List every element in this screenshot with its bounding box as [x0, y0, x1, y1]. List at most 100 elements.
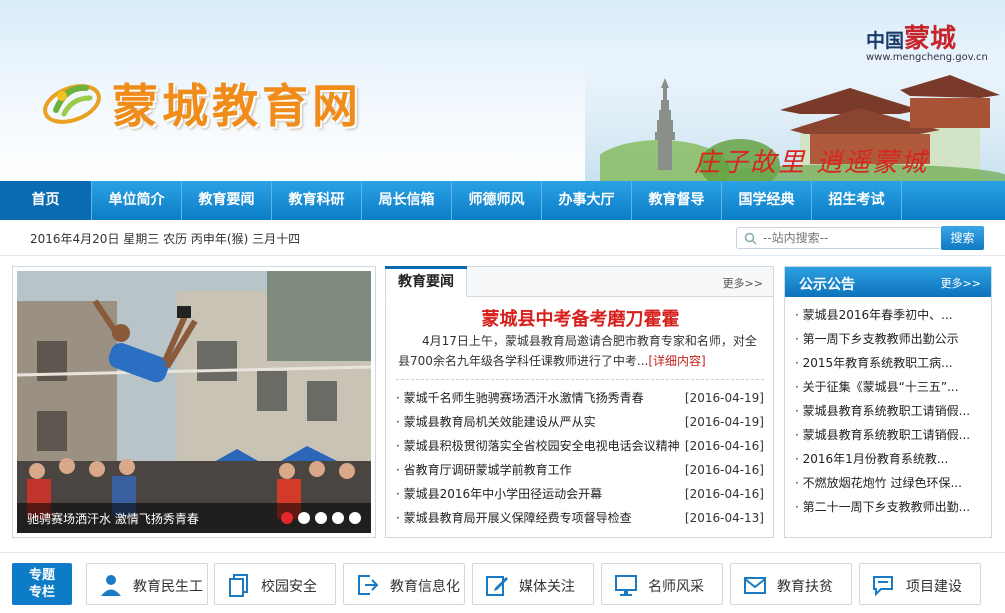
notice-item[interactable]: 蒙城县教育系统教职工请销假... [795, 423, 981, 447]
slide-dot[interactable] [315, 512, 327, 524]
special-label-line1: 专题 [28, 568, 55, 583]
news-title[interactable]: 蒙城千名师生驰骋赛场洒汗水激情飞扬秀青春 [396, 386, 644, 410]
caption-bar: 驰骋赛场洒汗水 激情飞扬秀青春 [17, 503, 371, 533]
nav-research[interactable]: 教育科研 [272, 181, 362, 220]
news-title[interactable]: 蒙城县教育局机关效能建设从严从实 [396, 410, 596, 434]
list-item: 蒙城县积极贯彻落实全省校园安全电视电话会议精神 [2016-04-16] [396, 434, 764, 458]
china-logo-name: 蒙城 [904, 24, 957, 54]
notice-list: 蒙城县2016年春季初中、... 第一周下乡支教教师出勤公示 2015年教育系统… [785, 297, 991, 519]
news-more-link[interactable]: 更多>> [723, 275, 763, 291]
nav-director-mailbox[interactable]: 局长信箱 [362, 181, 452, 220]
notice-item[interactable]: 不燃放烟花炮竹 过绿色环保... [795, 471, 981, 495]
china-logo-prefix: 中国 [866, 30, 905, 52]
nav-classics[interactable]: 国学经典 [722, 181, 812, 220]
news-date: [2016-04-16] [684, 463, 764, 477]
topic-label: 教育民生工 [133, 579, 203, 595]
topic-famous-teachers[interactable]: 名师风采 [601, 563, 723, 605]
tab-education-news[interactable]: 教育要闻 [385, 266, 467, 297]
topic-campus-safety[interactable]: 校园安全 [214, 563, 336, 605]
page: 蒙城教育网 中国蒙城 www.mengcheng.gov.cn 庄子故里 逍遥蒙… [0, 0, 1005, 613]
topic-informatization[interactable]: 教育信息化 [343, 563, 465, 605]
topic-project-construction[interactable]: 项目建设 [859, 563, 981, 605]
news-list: 蒙城千名师生驰骋赛场洒汗水激情飞扬秀青春 [2016-04-19] 蒙城县教育局机… [396, 386, 764, 530]
divider [396, 379, 764, 380]
person-icon [101, 575, 121, 596]
news-date: [2016-04-13] [684, 511, 764, 525]
slide-photo[interactable]: 驰骋赛场洒汗水 激情飞扬秀青春 [17, 271, 371, 533]
special-label: 专题 专栏 [12, 563, 72, 605]
topic-livelihood[interactable]: 教育民生工 [86, 563, 208, 605]
special-topics-bar: 专题 专栏 教育民生工 校园安全 教育信息化 媒体关注 名师风采 教育扶贫 项目… [0, 552, 1005, 613]
envelope-icon [744, 577, 766, 594]
high-jump-photo [17, 271, 371, 533]
list-item: 蒙城县2016年中小学田径运动会开幕 [2016-04-16] [396, 482, 764, 506]
current-date: 2016年4月20日 星期三 农历 丙申年(猴) 三月十四 [30, 232, 301, 246]
notice-header: 公示公告 更多>> [785, 267, 991, 297]
nav-service-hall[interactable]: 办事大厅 [542, 181, 632, 220]
edit-icon [486, 576, 508, 596]
search-button[interactable]: 搜索 [941, 226, 984, 250]
slide-dot[interactable] [349, 512, 361, 524]
topic-label: 教育扶贫 [777, 579, 833, 595]
notice-item[interactable]: 蒙城县教育系统教职工请销假... [795, 399, 981, 423]
topic-label: 教育信息化 [390, 579, 460, 595]
news-date: [2016-04-16] [684, 487, 764, 501]
news-date: [2016-04-16] [684, 439, 764, 453]
chat-icon [873, 576, 893, 597]
header-banner: 蒙城教育网 中国蒙城 www.mengcheng.gov.cn 庄子故里 逍遥蒙… [0, 0, 1005, 181]
notice-item[interactable]: 2015年教育系统教职工病... [795, 351, 981, 375]
news-panel: 教育要闻 更多>> 蒙城县中考备考磨刀霍霍 4月17日上午，蒙城县教育局邀请合肥… [385, 266, 774, 538]
news-date: [2016-04-19] [684, 415, 764, 429]
site-title: 蒙城教育网 [112, 79, 362, 133]
notice-item[interactable]: 第一周下乡支教教师出勤公示 [795, 327, 981, 351]
export-icon [358, 575, 379, 595]
list-item: 蒙城县教育局开展义保障经费专项督导检查 [2016-04-13] [396, 506, 764, 530]
notice-item[interactable]: 蒙城县2016年春季初中、... [795, 303, 981, 327]
nav-teacher-ethics[interactable]: 师德师风 [452, 181, 542, 220]
notice-title: 公示公告 [799, 277, 855, 293]
list-item: 蒙城千名师生驰骋赛场洒汗水激情飞扬秀青春 [2016-04-19] [396, 386, 764, 410]
news-title[interactable]: 蒙城县积极贯彻落实全省校园安全电视电话会议精神 [396, 434, 680, 458]
news-title[interactable]: 省教育厅调研蒙城学前教育工作 [396, 458, 572, 482]
nav-admissions[interactable]: 招生考试 [812, 181, 902, 220]
nav-unit-intro[interactable]: 单位简介 [92, 181, 182, 220]
news-date: [2016-04-19] [684, 391, 764, 405]
news-title[interactable]: 蒙城县教育局开展义保障经费专项督导检查 [396, 506, 632, 530]
photo-slideshow: 驰骋赛场洒汗水 激情飞扬秀青春 [12, 266, 376, 538]
slide-dot[interactable] [298, 512, 310, 524]
search-box [736, 227, 942, 249]
banner-slogan: 庄子故里 逍遥蒙城 [694, 148, 929, 178]
search-input[interactable] [763, 228, 933, 248]
news-title[interactable]: 蒙城县2016年中小学田径运动会开幕 [396, 482, 603, 506]
topic-label: 媒体关注 [519, 579, 575, 595]
news-summary: 4月17日上午，蒙城县教育局邀请合肥市教育专家和名师，对全县700余名九年级各学… [398, 331, 764, 371]
notice-item[interactable]: 2016年1月份教育系统教... [795, 447, 981, 471]
slide-dot[interactable] [281, 512, 293, 524]
topic-label: 名师风采 [648, 579, 704, 595]
detail-link[interactable]: [详细内容] [648, 354, 705, 368]
news-header: 教育要闻 更多>> [385, 266, 773, 297]
topic-poverty-alleviation[interactable]: 教育扶贫 [730, 563, 852, 605]
china-logo-url: www.mengcheng.gov.cn [866, 52, 988, 63]
notice-item[interactable]: 第二十一周下乡支教教师出勤... [795, 495, 981, 519]
notice-item[interactable]: 关于征集《蒙城县“十三五”... [795, 375, 981, 399]
slide-dot[interactable] [332, 512, 344, 524]
list-item: 省教育厅调研蒙城学前教育工作 [2016-04-16] [396, 458, 764, 482]
china-logo: 中国蒙城 [866, 18, 956, 55]
documents-icon [229, 574, 248, 597]
nav-inspection[interactable]: 教育督导 [632, 181, 722, 220]
monitor-icon [615, 575, 637, 596]
news-headline[interactable]: 蒙城县中考备考磨刀霍霍 [386, 305, 775, 331]
special-label-line2: 专栏 [28, 585, 55, 600]
slide-dots [281, 512, 361, 524]
main-nav: 首页 单位简介 教育要闻 教育科研 局长信箱 师德师风 办事大厅 教育督导 国学… [0, 181, 1005, 220]
nav-education-news[interactable]: 教育要闻 [182, 181, 272, 220]
slide-caption[interactable]: 驰骋赛场洒汗水 激情飞扬秀青春 [27, 510, 199, 527]
nav-home[interactable]: 首页 [0, 181, 92, 220]
list-item: 蒙城县教育局机关效能建设从严从实 [2016-04-19] [396, 410, 764, 434]
topic-media-focus[interactable]: 媒体关注 [472, 563, 594, 605]
topic-label: 校园安全 [261, 579, 317, 595]
date-bar: 2016年4月20日 星期三 农历 丙申年(猴) 三月十四 搜索 [0, 220, 1005, 256]
notice-panel: 公示公告 更多>> 蒙城县2016年春季初中、... 第一周下乡支教教师出勤公示… [784, 266, 992, 538]
notice-more-link[interactable]: 更多>> [941, 275, 981, 291]
